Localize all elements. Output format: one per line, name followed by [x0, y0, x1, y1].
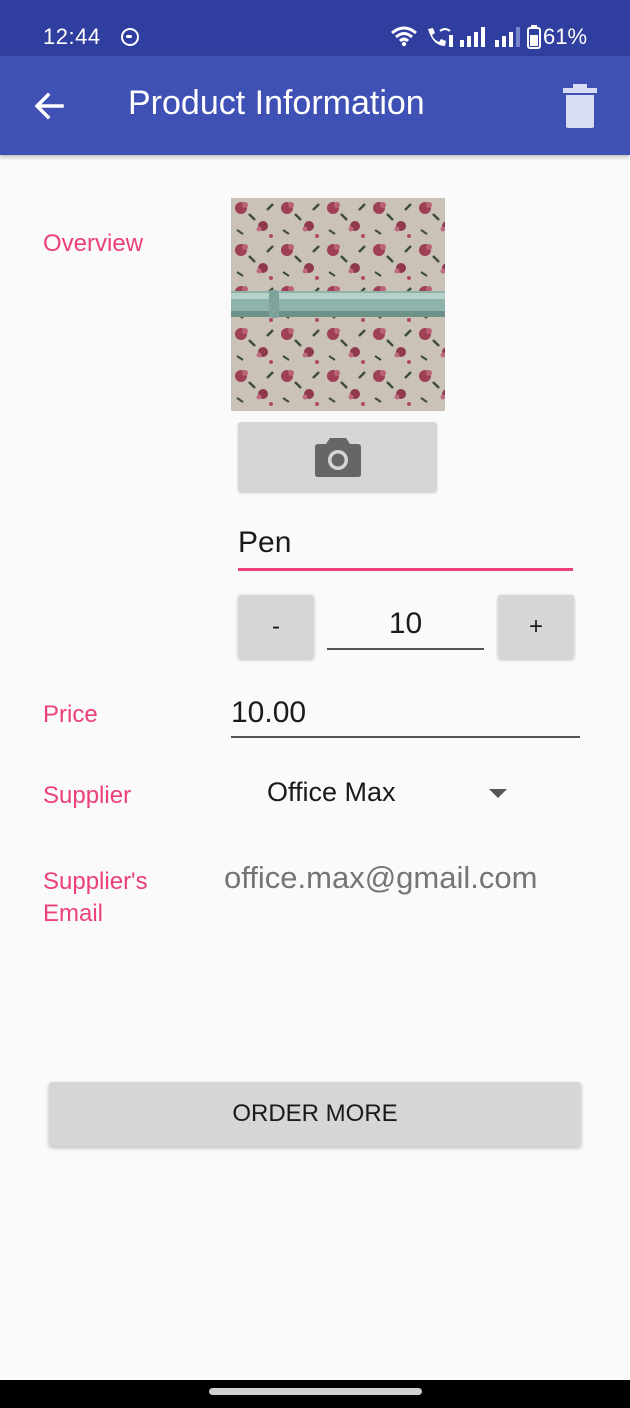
navigation-bar: [0, 1380, 630, 1408]
decrement-button[interactable]: -: [238, 595, 314, 659]
signal-icon-2: [495, 27, 520, 47]
wifi-call-icon: [428, 28, 453, 47]
supplier-email-value: office.max@gmail.com: [224, 860, 538, 895]
notification-icon: [121, 28, 139, 46]
camera-button[interactable]: [238, 422, 437, 492]
increment-button[interactable]: +: [498, 595, 574, 659]
supplier-selected-value: Office Max: [267, 777, 396, 807]
product-image: [231, 198, 445, 411]
order-more-button[interactable]: ORDER MORE: [49, 1082, 581, 1146]
home-gesture-handle[interactable]: [209, 1388, 422, 1395]
supplier-label: Supplier: [43, 782, 132, 809]
page-title: Product Information: [128, 84, 425, 122]
wifi-icon: [391, 26, 417, 47]
status-time: 12:44: [43, 24, 101, 49]
dropdown-arrow-icon: [489, 789, 507, 798]
overview-label: Overview: [43, 230, 144, 257]
camera-icon: [314, 438, 361, 477]
status-bar: 12:44 61%: [0, 0, 630, 56]
price-input[interactable]: [231, 690, 580, 738]
price-label: Price: [43, 701, 98, 728]
trash-icon: [563, 84, 597, 128]
battery-percentage: 61%: [543, 24, 588, 49]
battery-icon: [527, 25, 541, 49]
delete-button[interactable]: [558, 82, 602, 130]
signal-icon: [460, 27, 485, 47]
quantity-input[interactable]: [327, 600, 484, 650]
product-name-input[interactable]: [238, 521, 573, 571]
arrow-back-icon: [34, 92, 64, 120]
supplier-dropdown[interactable]: Office Max: [267, 772, 517, 816]
back-button[interactable]: [28, 86, 72, 126]
supplier-email-label: Supplier's Email: [43, 868, 148, 927]
app-bar: Product Information: [0, 56, 630, 155]
